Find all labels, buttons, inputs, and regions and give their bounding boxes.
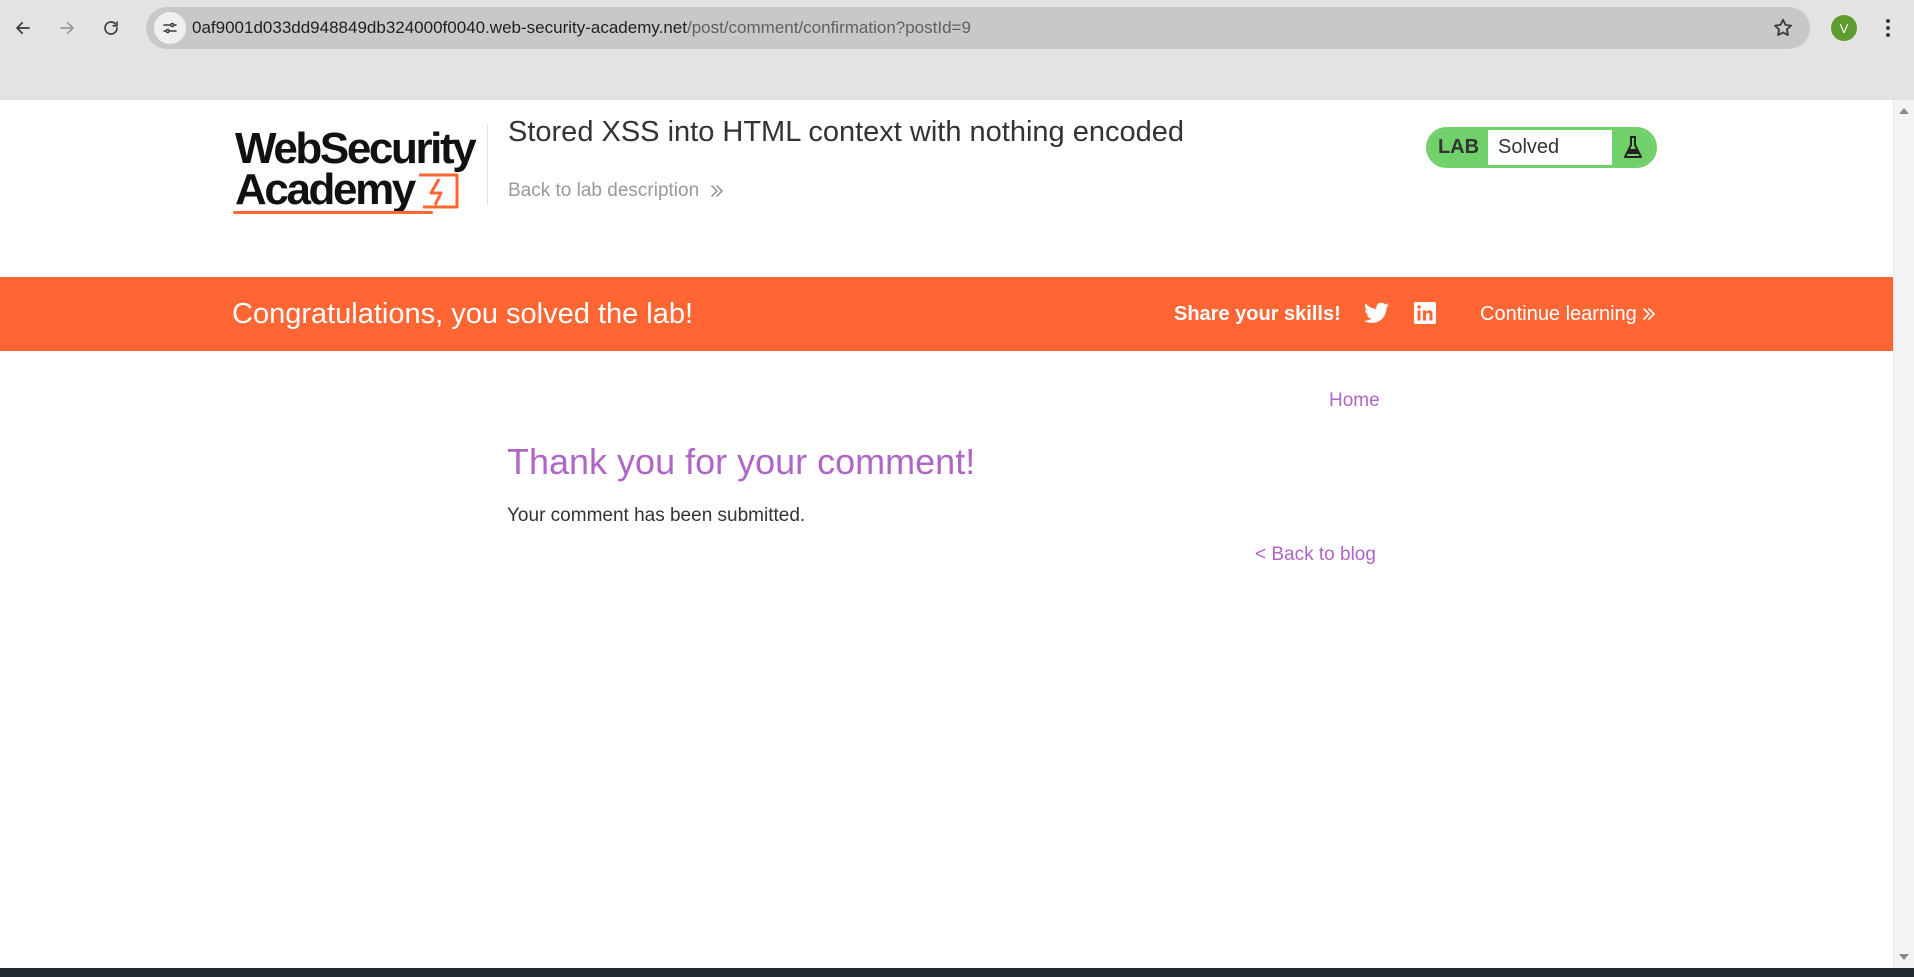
back-arrow-icon[interactable] bbox=[8, 13, 38, 43]
lab-label: LAB bbox=[1429, 130, 1488, 165]
logo-bolt-icon bbox=[419, 173, 459, 209]
twitter-icon[interactable] bbox=[1364, 302, 1389, 324]
share-skills-label: Share your skills! bbox=[1174, 303, 1341, 325]
url-path: /post/comment/confirmation?postId=9 bbox=[686, 18, 971, 37]
site-info-icon[interactable] bbox=[154, 12, 186, 44]
browser-toolbar: 0af9001d033dd948849db324000f0040.web-sec… bbox=[0, 0, 1914, 100]
flask-icon bbox=[1612, 130, 1654, 165]
continue-learning-link[interactable]: Continue learning bbox=[1480, 277, 1657, 351]
double-chevron-right-icon bbox=[709, 183, 725, 199]
lab-status-text: Solved bbox=[1498, 136, 1560, 158]
scroll-up-arrow-icon[interactable] bbox=[1899, 108, 1909, 114]
double-chevron-right-icon bbox=[1641, 306, 1657, 322]
logo-underline bbox=[233, 211, 433, 214]
reload-icon[interactable] bbox=[96, 13, 126, 43]
solved-banner: Congratulations, you solved the lab! Sha… bbox=[0, 277, 1893, 351]
address-bar[interactable]: 0af9001d033dd948849db324000f0040.web-sec… bbox=[146, 7, 1810, 49]
os-taskbar bbox=[0, 968, 1914, 977]
web-security-academy-logo[interactable]: WebSecurity Academy bbox=[233, 125, 483, 220]
lab-title: Stored XSS into HTML context with nothin… bbox=[508, 116, 1184, 148]
back-to-blog-link[interactable]: < Back to blog bbox=[1255, 544, 1376, 566]
page-scrollbar[interactable] bbox=[1893, 100, 1914, 968]
profile-avatar[interactable]: V bbox=[1831, 15, 1857, 41]
logo-text-line2: Academy bbox=[235, 165, 416, 214]
home-link[interactable]: Home bbox=[1329, 390, 1380, 412]
forward-arrow-icon[interactable] bbox=[52, 13, 82, 43]
browser-menu-icon[interactable] bbox=[1876, 14, 1900, 42]
header-divider bbox=[487, 125, 488, 205]
bookmark-star-icon[interactable] bbox=[1772, 17, 1794, 39]
scroll-down-arrow-icon[interactable] bbox=[1899, 954, 1909, 960]
lab-status-badge: LAB Solved bbox=[1426, 127, 1657, 168]
congratulations-message: Congratulations, you solved the lab! bbox=[232, 298, 694, 330]
page-title: Thank you for your comment! bbox=[507, 441, 976, 482]
url-host: 0af9001d033dd948849db324000f0040.web-sec… bbox=[192, 18, 687, 37]
confirmation-message: Your comment has been submitted. bbox=[507, 505, 806, 526]
continue-learning-label: Continue learning bbox=[1480, 302, 1637, 325]
back-to-lab-description-label: Back to lab description bbox=[508, 180, 700, 201]
url-text[interactable]: 0af9001d033dd948849db324000f0040.web-sec… bbox=[192, 7, 971, 49]
web-page: WebSecurity Academy Stored XSS into HTML… bbox=[0, 100, 1893, 968]
back-to-lab-description-link[interactable]: Back to lab description bbox=[508, 180, 725, 202]
linkedin-icon[interactable] bbox=[1414, 302, 1436, 324]
